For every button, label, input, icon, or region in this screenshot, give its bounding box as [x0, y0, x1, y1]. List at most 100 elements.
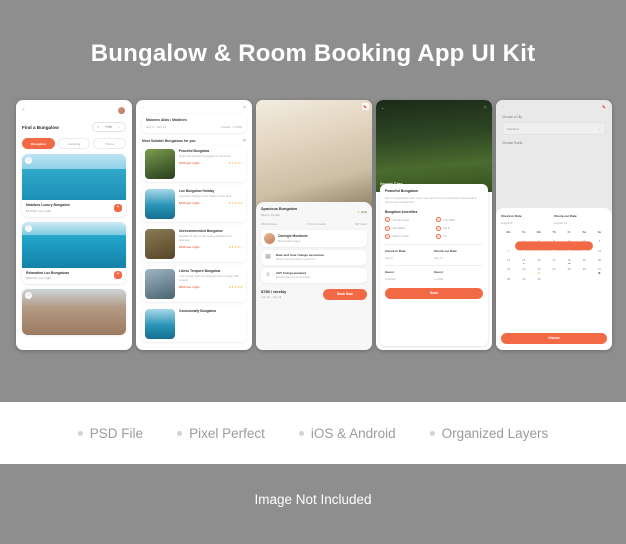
listing-card[interactable]: ♡ Maldives Luxury Bungalow $470.00 / per…: [22, 154, 126, 217]
search-summary-box[interactable]: Malones Alias / Maldives July 9 - July 1…: [142, 114, 246, 133]
calendar-day[interactable]: 17: [546, 256, 561, 263]
screen-calendar: ← 🔖 Choose a City Maldives ⌄ Choose Gues…: [496, 100, 612, 350]
choose-button[interactable]: Choose: [501, 332, 607, 344]
search-dates[interactable]: July 9 - July 13: [146, 125, 166, 129]
calendar-day[interactable]: 21: [501, 266, 516, 273]
ui-kit-presentation: Bungalow & Room Booking App UI Kit ☰ Fin…: [0, 0, 626, 544]
price-date-range: July 12 - July 19: [261, 295, 282, 300]
back-arrow-icon[interactable]: ←: [142, 105, 145, 109]
calendar-day[interactable]: 1: [516, 238, 531, 245]
settings-icon[interactable]: ⚙: [243, 105, 246, 109]
heart-icon[interactable]: ♡: [25, 157, 32, 165]
amenity-label: Tv: [443, 234, 447, 239]
calendar-day[interactable]: 25: [562, 266, 577, 273]
tv-icon: ✓: [436, 233, 441, 239]
calendar-day[interactable]: 28: [501, 275, 516, 282]
bookmark-icon[interactable]: 🔖: [362, 103, 369, 110]
calendar-day[interactable]: 29: [516, 275, 531, 282]
checkout-value: August 12: [554, 220, 568, 225]
filter-icon: ▽: [97, 125, 100, 129]
screen-home: ☰ Find a Bungalow ▽ Filter ⌄ Bungalow Ca…: [16, 100, 132, 350]
amenity-label: Car Park: [443, 217, 455, 222]
calendar-day[interactable]: 11: [562, 247, 577, 254]
calendar-day[interactable]: 15: [516, 256, 531, 265]
guest-value-children[interactable]: 1 Child: [434, 277, 483, 281]
calendar-day[interactable]: 16: [531, 256, 546, 263]
list-item[interactable]: Libero Tempore Bungalow Cum soluta nobis…: [142, 265, 246, 302]
calendar-day[interactable]: 22: [516, 266, 531, 273]
amenity-label: Wi-Fi: [443, 226, 451, 231]
calendar-day[interactable]: 18: [562, 256, 577, 265]
item-title: Unrecommended Bungalow: [179, 228, 223, 233]
calendar-day[interactable]: 19: [577, 256, 592, 263]
tab-bungalow[interactable]: Bungalow: [22, 138, 55, 150]
calendar-day[interactable]: 23: [531, 266, 546, 274]
calendar-day-marker: [568, 262, 570, 265]
checkout-value[interactable]: July 17: [434, 256, 483, 260]
tab-camping[interactable]: Camping: [57, 138, 91, 150]
screen-amenities: ← ♡ Georgia Tulsa Peaceful Bungalow Sed …: [376, 100, 492, 350]
feature-label: Pixel Perfect: [189, 425, 265, 441]
checkin-label: Check-in Date: [385, 249, 406, 254]
back-arrow-icon[interactable]: ←: [502, 105, 505, 109]
item-price: $200 /per night: [179, 284, 200, 289]
book-now-button[interactable]: Book Now: [323, 288, 367, 300]
calendar-day[interactable]: 8: [516, 247, 531, 254]
listing-card[interactable]: ♡ Relaxation Lux Bungalows $520.00 / per…: [22, 221, 126, 285]
feature-label: iOS & Android: [310, 425, 396, 441]
calendar-day[interactable]: 3: [546, 238, 561, 245]
calendar-sheet: Check-in Date August 8 Check-out Date Au…: [496, 208, 612, 350]
bookmark-icon[interactable]: 🔖: [602, 105, 606, 109]
user-avatar[interactable]: [117, 106, 126, 115]
back-arrow-icon[interactable]: ←: [381, 105, 385, 110]
tab-home[interactable]: Home: [93, 138, 127, 150]
city-select[interactable]: Maldives ⌄: [502, 122, 606, 136]
search-guests[interactable]: 2 Adult - 1 Child: [221, 125, 242, 129]
list-item[interactable]: Lux Bungalow Holiday Luxurious holiday i…: [142, 185, 246, 222]
calendar-day[interactable]: 30: [531, 275, 546, 282]
calendar-edit-icon: 🗓: [265, 254, 271, 259]
heart-icon[interactable]: ♡: [25, 224, 32, 232]
add-listing-button[interactable]: +: [114, 271, 122, 280]
list-item[interactable]: Occasionally Bungalow: [142, 305, 246, 342]
item-description: Luxurious holiday in the middle of the b…: [179, 194, 232, 199]
bullet-dot-icon: [298, 430, 304, 436]
agent-card[interactable]: Carnegie Mondover Real Estate Agent: [261, 229, 367, 247]
heart-icon[interactable]: ♡: [483, 105, 487, 110]
item-thumbnail: [145, 188, 175, 219]
city-label: Choose a City: [502, 115, 523, 120]
bullet-dot-icon: [177, 430, 183, 436]
calendar-day[interactable]: 7: [501, 247, 516, 254]
list-item[interactable]: Peaceful Bungalow Quiet and peaceful bun…: [142, 145, 246, 182]
amenity-label: Tennis Court: [392, 217, 409, 222]
list-item[interactable]: Unrecommended Bungalow Detailes of duty …: [142, 225, 246, 262]
calendar-day[interactable]: 6: [592, 238, 607, 245]
calendar-day[interactable]: 13: [592, 247, 607, 254]
calendar-day[interactable]: 5: [577, 238, 592, 245]
calendar-day[interactable]: 26: [577, 266, 592, 273]
calendar-day[interactable]: 9: [531, 247, 546, 254]
calendar-day[interactable]: 4: [562, 238, 577, 245]
guest-label: Choose Guest: [502, 141, 523, 146]
hamburger-icon[interactable]: ☰: [22, 108, 25, 112]
calendar-day[interactable]: 27: [592, 266, 607, 274]
filter-dropdown[interactable]: ▽ Filter ⌄: [92, 122, 126, 132]
calendar-day[interactable]: 24: [546, 266, 561, 273]
calendar-day[interactable]: 12: [577, 247, 592, 254]
item-rating-stars: ★★★★☆: [228, 244, 243, 249]
book-button[interactable]: Book: [385, 287, 483, 299]
heart-icon[interactable]: ♡: [25, 292, 32, 300]
checkout-label: Check-out Date: [554, 214, 577, 218]
guest-value-adults[interactable]: 2 Adults: [385, 277, 434, 281]
checkin-value[interactable]: July 9: [385, 256, 434, 260]
amenity-item: ✓ Money Case: [385, 233, 432, 239]
calendar-day[interactable]: 10: [546, 247, 561, 254]
calendar-day[interactable]: 2: [531, 238, 546, 245]
calendar-day[interactable]: 20: [592, 256, 607, 263]
list-view-icon[interactable]: ▤: [243, 139, 246, 142]
add-listing-button[interactable]: +: [114, 203, 122, 212]
listing-card[interactable]: ♡: [22, 289, 126, 336]
feature-psd: PSD File: [77, 426, 143, 441]
calendar-day[interactable]: 14: [501, 256, 516, 263]
feature-organized-layers: Organized Layers: [429, 426, 548, 441]
